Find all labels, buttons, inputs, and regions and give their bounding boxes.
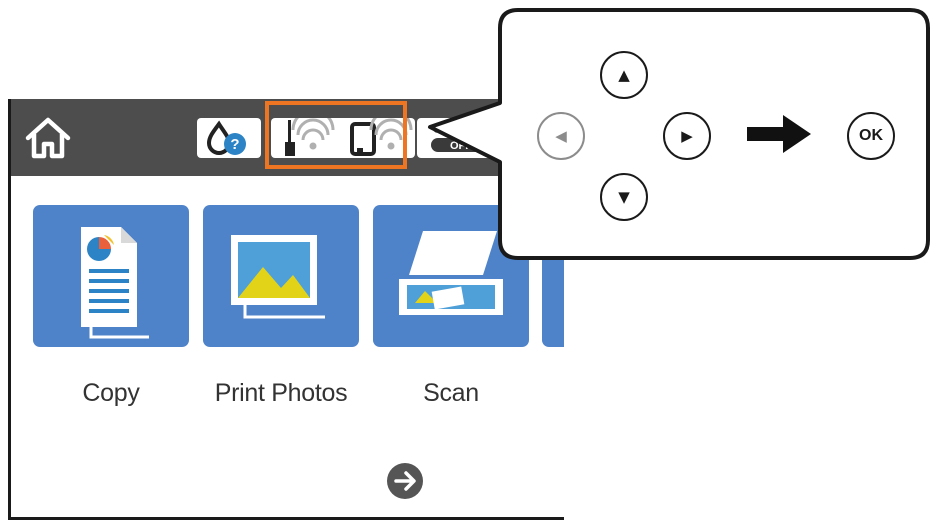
wifi-direct-phone-icon	[350, 108, 413, 156]
photo-icon	[231, 235, 325, 319]
print-photos-label: Print Photos	[214, 379, 348, 407]
status-bar: ? OFF	[11, 99, 564, 176]
scanner-icon	[399, 231, 503, 315]
network-status-button[interactable]	[271, 108, 415, 158]
home-icon	[25, 117, 71, 159]
print-photos-tile[interactable]	[203, 205, 359, 347]
scan-label: Scan	[423, 379, 479, 407]
ok-key[interactable]: OK	[847, 112, 895, 160]
copy-label: Copy	[82, 379, 140, 407]
power-off-status[interactable]: OFF	[417, 118, 507, 158]
off-badge-icon: OFF	[431, 124, 491, 152]
off-badge-text: OFF	[450, 140, 472, 152]
ink-level-button[interactable]: ?	[197, 118, 261, 158]
svg-text:?: ?	[230, 136, 239, 153]
wifi-router-icon	[285, 108, 335, 156]
ink-help-icon: ?	[206, 120, 246, 156]
network-status-icons	[285, 108, 413, 156]
copy-document-icon	[81, 227, 149, 339]
thick-right-arrow-icon	[747, 115, 811, 153]
copy-tile[interactable]	[33, 205, 189, 347]
home-button[interactable]	[23, 116, 73, 160]
right-key[interactable]: ▶	[663, 112, 711, 160]
more-tile[interactable]	[542, 205, 564, 347]
printer-screen: ? OFF Copy Print Photos Scan	[8, 99, 564, 520]
next-page-button[interactable]	[387, 463, 423, 499]
down-key[interactable]: ▼	[600, 173, 648, 221]
scan-tile[interactable]	[373, 205, 529, 347]
left-key[interactable]: ◀	[537, 112, 585, 160]
up-key[interactable]: ▲	[600, 51, 648, 99]
arrow-right-circle-icon	[394, 471, 416, 491]
